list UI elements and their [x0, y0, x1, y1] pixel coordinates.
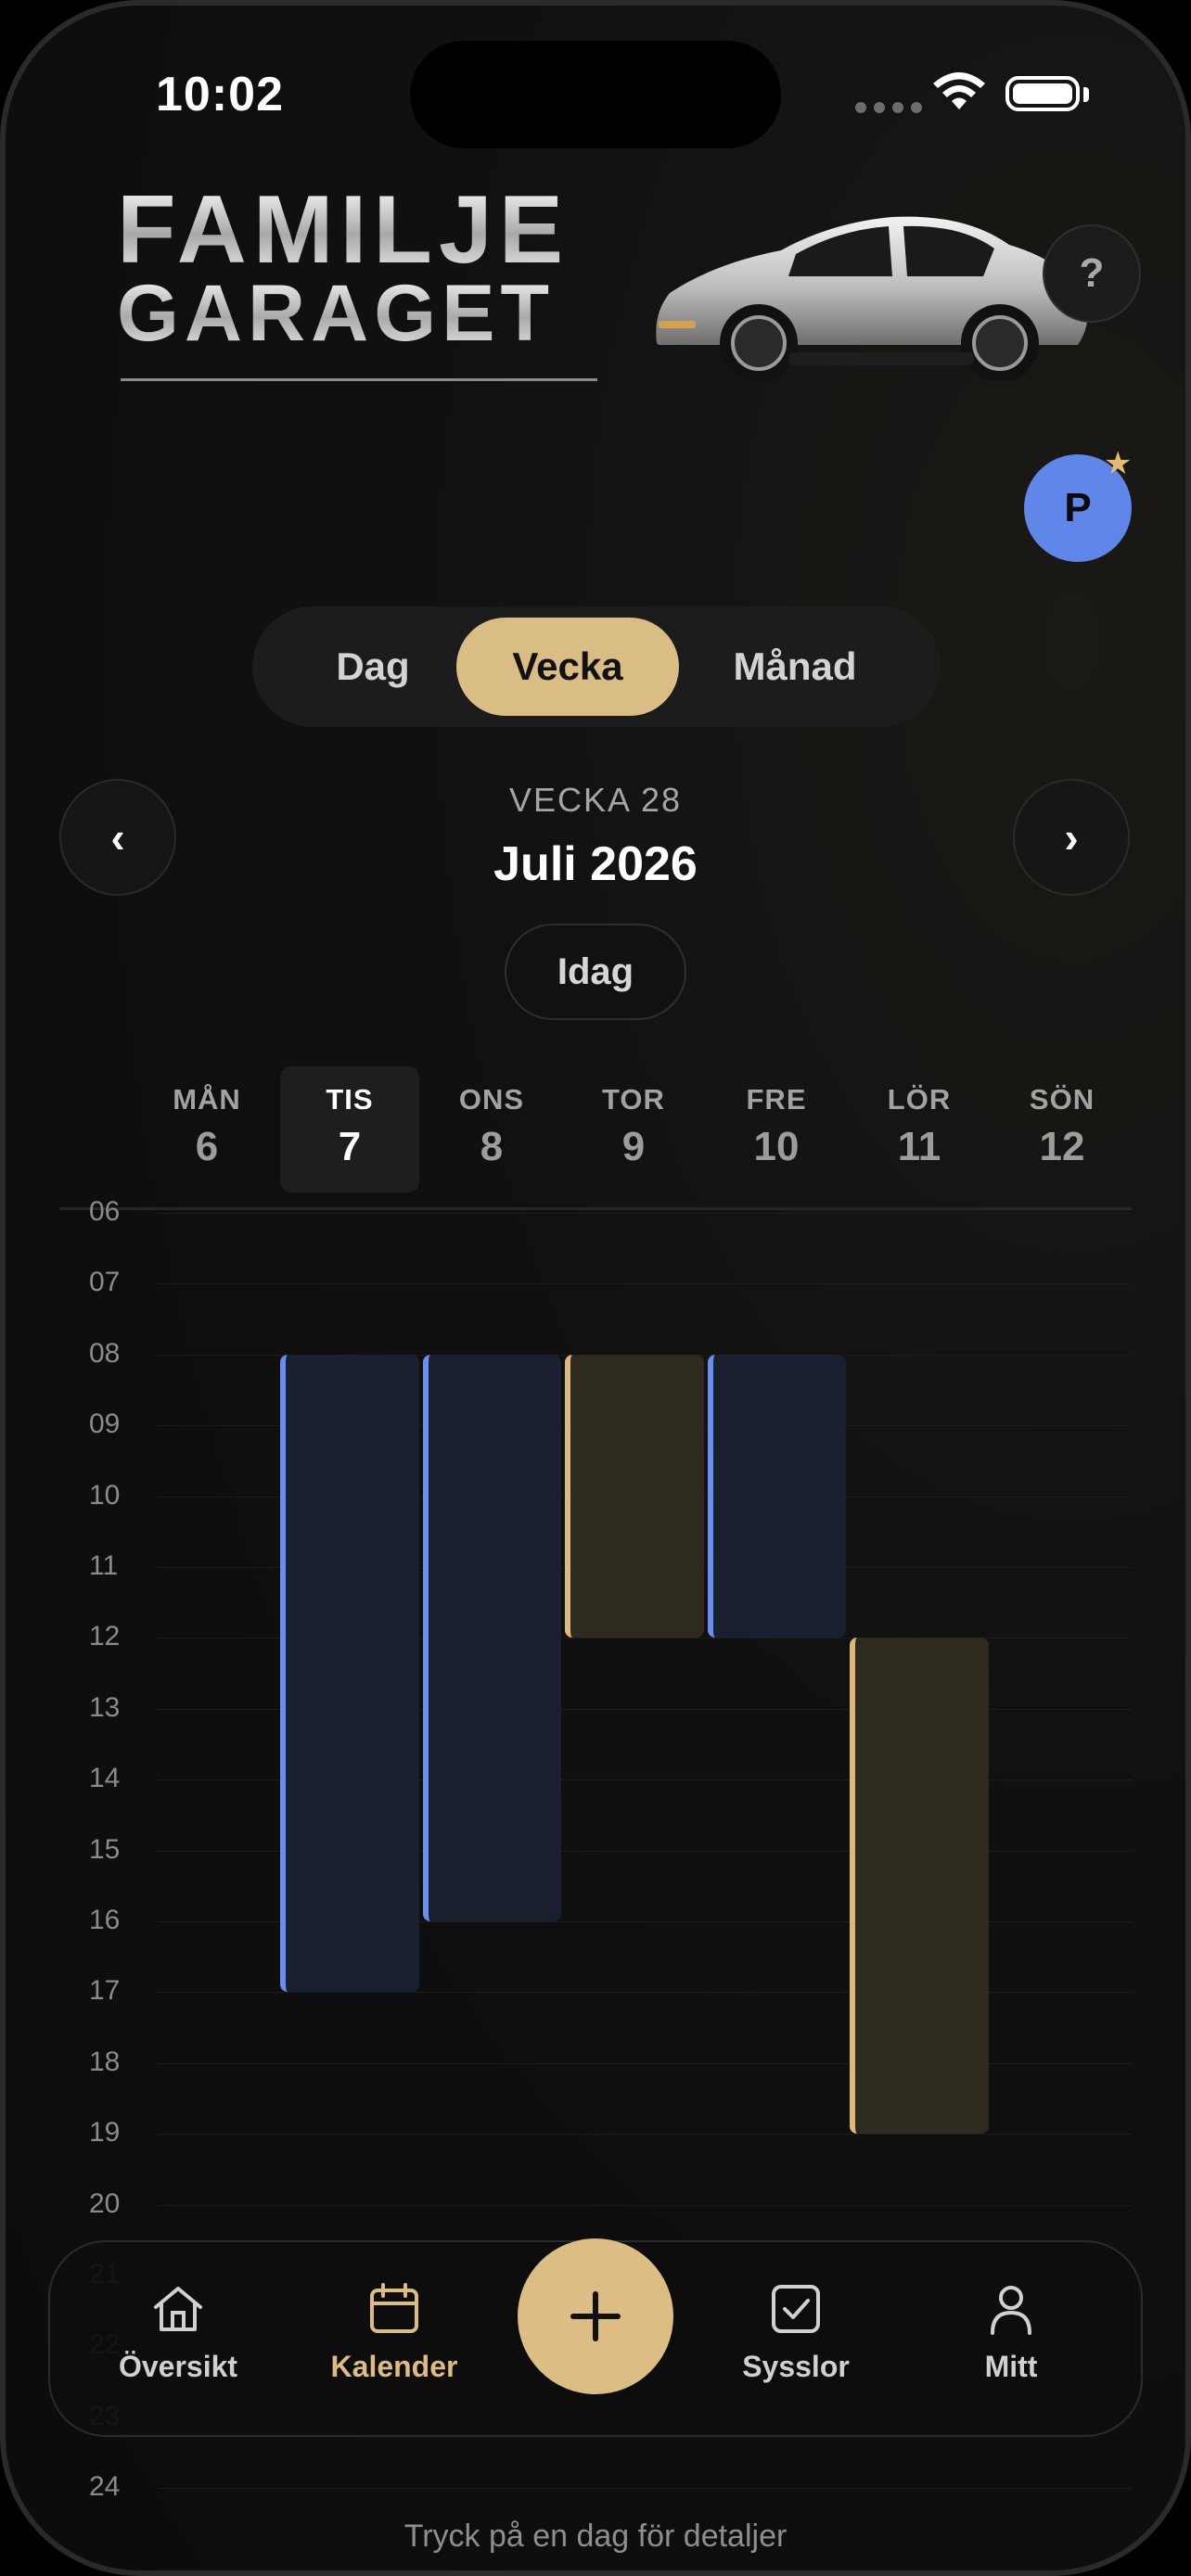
hour-label: 18: [89, 2046, 121, 2077]
tab-kalender[interactable]: Kalender: [301, 2283, 487, 2384]
logo-underline: [121, 378, 597, 381]
day-column-fri[interactable]: FRE 10: [707, 1066, 846, 1192]
tab-label: Mitt: [984, 2350, 1038, 2383]
hour-gridline: [158, 2488, 1132, 2490]
day-date: 12: [1039, 1124, 1085, 1169]
hour-label: 12: [89, 1621, 121, 1652]
day-date: 8: [480, 1124, 504, 1169]
star-icon: ★: [1104, 446, 1133, 481]
calendar-event[interactable]: [565, 1354, 704, 1639]
header-divider: [59, 1207, 1132, 1210]
hour-label: 16: [89, 1905, 121, 1935]
hour-gridline: [158, 1283, 1132, 1285]
tab-sysslor[interactable]: Sysslor: [703, 2283, 889, 2384]
day-name: TOR: [602, 1083, 665, 1116]
calendar-event[interactable]: [850, 1638, 989, 2135]
tab-label: Kalender: [330, 2350, 458, 2383]
battery-tip: [1083, 87, 1089, 102]
day-column-tue[interactable]: TIS 7: [280, 1066, 419, 1192]
footer-hint: Tryck på en dag för detaljer: [403, 2519, 788, 2554]
view-day-tab[interactable]: Dag: [289, 618, 456, 716]
device-frame: [0, 0, 1191, 2576]
app-logo: FAMILJE GARAGET: [117, 182, 599, 353]
tab-mitt[interactable]: Mitt: [918, 2283, 1104, 2384]
car-icon: [656, 216, 1088, 380]
tab-oversikt[interactable]: Översikt: [85, 2283, 271, 2384]
day-name: SÖN: [1029, 1083, 1095, 1116]
day-name: TIS: [326, 1083, 374, 1116]
hour-label: 06: [89, 1196, 121, 1227]
hour-label: 08: [89, 1337, 121, 1369]
view-week-tab[interactable]: Vecka: [456, 618, 679, 716]
app-screen: 10:02 FAMILJE GARAGET ? P ★ Dag Vecka Må…: [0, 0, 1191, 2576]
help-button[interactable]: ?: [1043, 224, 1141, 323]
calendar-event[interactable]: [707, 1354, 847, 1639]
day-date: 11: [897, 1124, 941, 1169]
day-date: 7: [338, 1124, 362, 1169]
day-date: 10: [753, 1124, 800, 1169]
calendar-icon: [370, 2283, 418, 2333]
view-switcher: Dag Vecka Månad: [252, 606, 941, 727]
hour-label: 20: [89, 2187, 121, 2219]
today-button[interactable]: Idag: [505, 924, 686, 1020]
day-name: LÖR: [887, 1083, 952, 1116]
hour-label: 11: [89, 1550, 119, 1581]
day-column-thu[interactable]: TOR 9: [564, 1066, 703, 1192]
hour-gridline: [158, 2134, 1132, 2136]
logo-line-1: FAMILJE: [117, 182, 599, 278]
day-name: ONS: [458, 1083, 525, 1116]
hour-label: 15: [89, 1833, 121, 1865]
day-column-mon[interactable]: MÅN 6: [137, 1066, 276, 1192]
hour-label: 09: [89, 1409, 121, 1440]
home-icon: [154, 2287, 202, 2331]
day-date: 6: [195, 1124, 219, 1169]
person-icon: [991, 2286, 1031, 2335]
day-name: MÅN: [173, 1083, 241, 1116]
tab-label: Översikt: [118, 2350, 238, 2383]
day-column-wed[interactable]: ONS 8: [422, 1066, 561, 1192]
hour-label: 10: [89, 1479, 121, 1511]
hour-label: 19: [89, 2117, 121, 2149]
calendar-event[interactable]: [422, 1354, 562, 1921]
day-name: FRE: [746, 1083, 807, 1116]
hour-gridline: [158, 1213, 1132, 1214]
plus-icon: [570, 2291, 621, 2341]
day-column-sun[interactable]: SÖN 12: [992, 1066, 1132, 1192]
status-time: 10:02: [156, 68, 284, 121]
view-month-tab[interactable]: Månad: [688, 618, 902, 716]
calendar-event[interactable]: [280, 1354, 419, 1993]
month-title: Juli 2026: [493, 837, 698, 891]
hour-label: 24: [89, 2471, 121, 2503]
hour-label: 07: [89, 1267, 121, 1298]
day-column-sat[interactable]: LÖR 11: [850, 1066, 989, 1192]
checkbox-icon: [772, 2285, 820, 2333]
tab-label: Sysslor: [742, 2350, 850, 2383]
hour-label: 14: [89, 1763, 121, 1794]
cellular-signal-icon: [855, 102, 922, 113]
hour-label: 13: [89, 1691, 121, 1723]
wifi-icon: [933, 72, 985, 109]
battery-icon: [1005, 76, 1080, 111]
dynamic-island: [410, 41, 781, 148]
hour-label: 17: [89, 1975, 121, 2007]
day-date: 9: [621, 1124, 646, 1169]
add-button[interactable]: [518, 2238, 673, 2394]
hour-gridline: [158, 2204, 1132, 2206]
logo-line-2: GARAGET: [117, 274, 599, 353]
week-number: VECKA 28: [508, 781, 683, 819]
